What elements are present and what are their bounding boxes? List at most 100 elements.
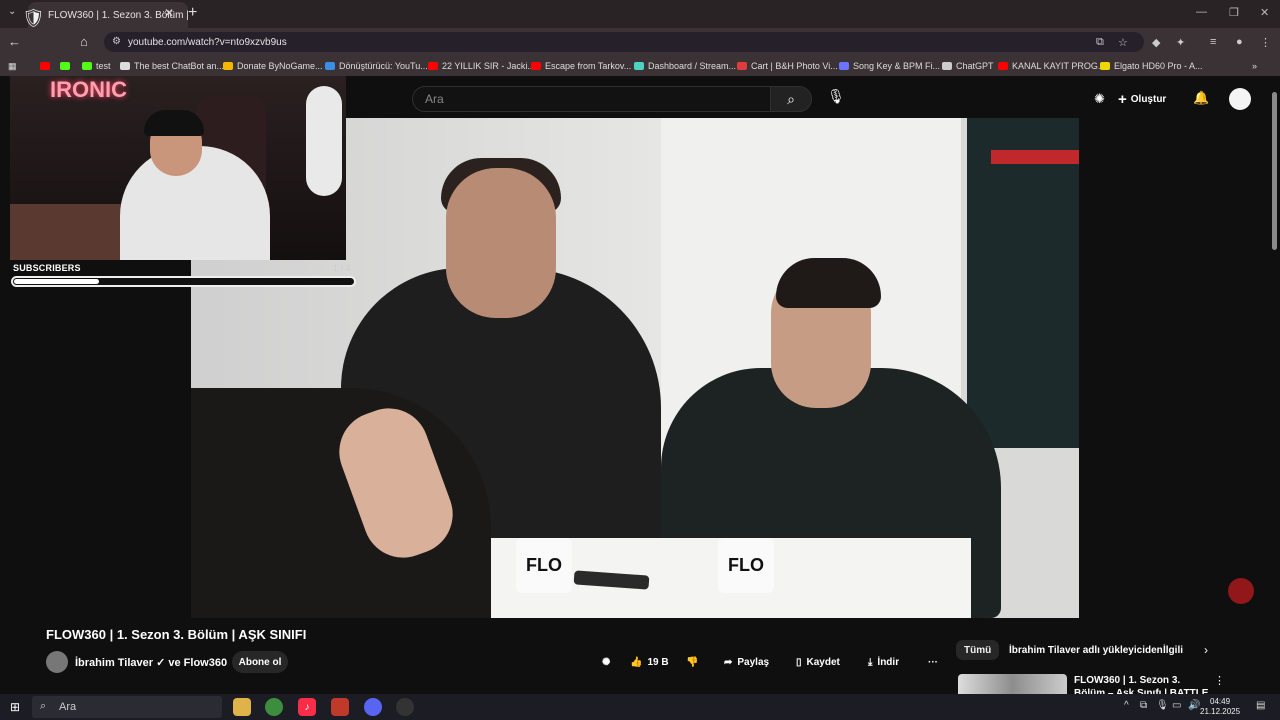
neon-sign: IRONIC [50,77,127,102]
share-button[interactable]: ➦ Paylaş [724,652,769,672]
install-app-icon[interactable]: ⧉ [1096,36,1104,49]
bookmark-item[interactable]: test [82,61,111,71]
bookmark-item[interactable]: ChatGPT [942,61,994,71]
voicemeeter-icon[interactable] [331,698,349,716]
tray-mic-icon[interactable]: 🎙 [1156,700,1169,711]
youtube-icon [998,62,1008,70]
taskbar-clock[interactable]: 04:49 21.12.2025 [1200,697,1240,717]
taskbar-search[interactable]: ⌕ Ara [32,696,222,718]
chip-all[interactable]: Tümü [956,640,1000,660]
create-button[interactable]: + Oluştur [1118,88,1166,110]
home-icon[interactable]: ⌂ [80,34,88,49]
maximize-icon[interactable]: ❐ [1229,6,1239,19]
obs-icon[interactable] [396,698,414,716]
bookmark-item[interactable]: KANAL KAYIT PROG... [998,61,1105,71]
save-button[interactable]: ▯ Kaydet [796,652,840,672]
account-avatar[interactable] [1229,88,1251,110]
tab-close-icon[interactable]: ✕ [164,6,174,20]
shield-extension-icon[interactable]: ◆ [1152,36,1160,49]
apps-grid-icon[interactable]: ▦ [8,61,17,72]
file-explorer-icon[interactable] [233,698,251,716]
video-frame-red-strip [991,150,1079,164]
chip-related[interactable]: İlgili [1163,640,1183,660]
bookmark-item[interactable]: The best ChatBot an... [120,61,224,71]
bookmark-item[interactable]: Song Key & BPM Fi... [839,61,940,71]
browser-menu-icon[interactable]: ⋮ [1260,36,1271,49]
bookmarks-bar: ▦ test The best ChatBot an... Donate ByN… [0,56,1280,76]
like-button[interactable]: 👍 19 B [630,652,669,672]
channel-avatar[interactable] [46,651,68,673]
more-actions-icon[interactable]: ··· [928,652,938,672]
notification-center-icon[interactable]: ▤ [1256,700,1265,711]
bookmark-item[interactable]: Dönüştürücü: YouTu... [325,61,428,71]
dislike-button[interactable]: 👎 [686,652,698,672]
bookmark-item[interactable]: Dashboard / Stream... [634,61,736,71]
bookmark-item[interactable]: Elgato HD60 Pro - A... [1100,61,1203,71]
subscriber-goal-count: 1 / 4 [333,263,351,273]
bookmark-item[interactable] [60,61,74,71]
microphone-icon[interactable]: 🎙 [824,88,848,112]
apple-music-icon[interactable]: ♪ [298,698,316,716]
bookmark-item[interactable]: Donate ByNoGame... [223,61,323,71]
subscriber-goal-fill [14,279,99,284]
chip-uploader[interactable]: İbrahim Tilaver adlı yükleyiciden [1009,640,1163,660]
kick-icon [82,62,92,70]
songkey-icon [839,62,849,70]
page-scrollbar[interactable] [1272,92,1277,250]
back-icon[interactable]: ← [8,34,21,49]
kick-icon [60,62,70,70]
bookmark-star-icon[interactable]: ☆ [1118,36,1128,49]
ask-ai-button[interactable]: ✺ [602,652,610,672]
discord-icon[interactable] [364,698,382,716]
address-bar[interactable]: ⚙ youtube.com/watch?v=nto9xzvb9us [104,32,1144,52]
share-icon: ➦ [724,656,733,668]
volume-icon[interactable]: 🔊 [1188,700,1200,711]
bh-photo-icon [737,62,747,70]
more-bookmarks-icon[interactable]: » [1252,61,1257,71]
tab-search-icon[interactable]: ⌄ [8,6,16,17]
notifications-bell-icon[interactable]: 🔔 [1193,90,1209,106]
mug: FLO [718,538,774,593]
media-control-icon[interactable]: ≡ [1210,36,1216,48]
search-icon[interactable]: ⌕ [770,86,812,112]
extensions-icon[interactable]: ✦ [1176,36,1185,49]
search-input[interactable]: Ara [412,86,770,112]
chrome-icon[interactable] [265,698,283,716]
bookmark-icon: ▯ [796,656,802,668]
chevron-right-icon[interactable]: › [1204,643,1208,657]
recommended-menu-icon[interactable]: ⋮ [1214,674,1225,687]
sparkle-icon: ✺ [602,656,611,668]
video-title: FLOW360 | 1. Sezon 3. Bölüm | AŞK SINIFI [46,627,307,642]
knight-mascot-icon: 🛡 [22,8,45,28]
subscriber-goal-label: SUBSCRIBERS [13,263,81,273]
network-icon[interactable]: ▭ [1172,700,1181,711]
tray-app-icon[interactable]: ⧉ [1140,700,1147,711]
youtube-icon [428,62,438,70]
search-icon: ⌕ [40,700,47,712]
bookmark-item[interactable]: 22 YILLIK SIR - Jacki... [428,61,535,71]
windows-start-icon[interactable]: ⊞ [10,700,20,714]
channel-name[interactable]: İbrahim Tilaver ✓ ve Flow360 [75,656,227,669]
bookmark-item[interactable]: Escape from Tarkov... [531,61,631,71]
tray-expand-icon[interactable]: ^ [1124,700,1129,711]
youtube-icon [531,62,541,70]
bookmark-item[interactable]: Cart | B&H Photo Vi... [737,61,838,71]
new-tab-icon[interactable]: + [188,4,197,22]
thumbs-up-icon: 👍 [630,656,643,668]
recommended-thumbnail[interactable] [958,674,1067,694]
download-button[interactable]: ⤓ İndir [868,652,899,672]
profile-icon[interactable]: ● [1236,36,1243,48]
subscribe-button[interactable]: Abone ol [232,651,288,673]
chatbot-icon [120,62,130,70]
bookmark-item[interactable] [40,61,54,71]
close-window-icon[interactable]: ✕ [1260,6,1269,19]
ai-sparkle-icon[interactable]: ✺ [1094,91,1105,107]
channel-watermark-icon [1228,578,1254,604]
mug: FLO [516,538,572,593]
minimize-icon[interactable]: — [1196,6,1207,18]
site-info-icon[interactable]: ⚙ [112,36,121,47]
video-person-right-hair [776,258,881,308]
video-frame-window [967,118,1079,448]
converter-icon [325,62,335,70]
video-person-left-head [446,168,556,318]
